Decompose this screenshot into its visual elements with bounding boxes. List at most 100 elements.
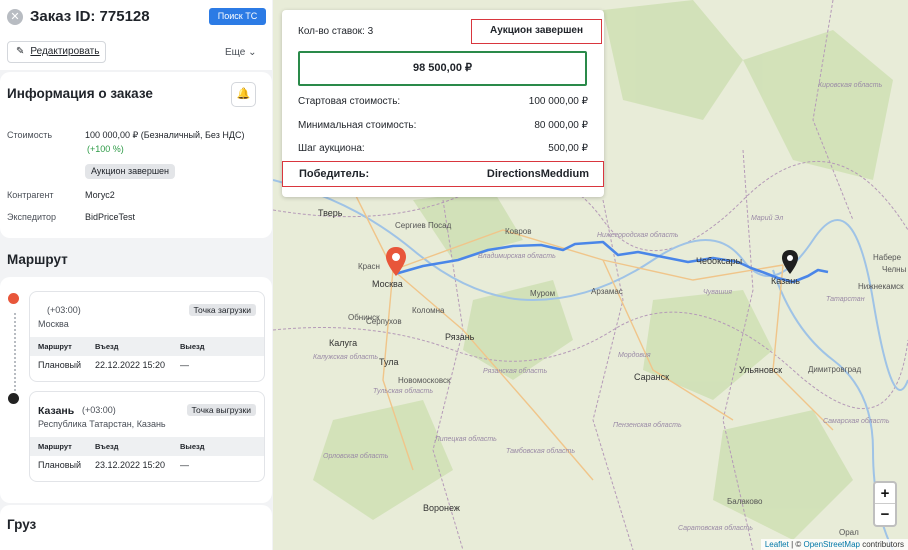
map-region-label: Самарская область (823, 418, 890, 425)
bell-icon[interactable]: 🔔 (231, 82, 256, 107)
stop-card-loading[interactable]: (+03:00) Москва Точка загрузки Маршрут В… (29, 291, 265, 382)
cargo-title: Груз (7, 517, 37, 532)
route-connector (14, 313, 16, 391)
map-city-label: Коломна (412, 306, 445, 315)
map-city-label: Воронеж (423, 503, 460, 513)
cost-label: Стоимость (7, 130, 53, 140)
map-city-label: Казань (771, 276, 800, 286)
row-date: 22.12.2022 15:20 (95, 360, 166, 370)
map-region-label: Тамбовская область (506, 448, 576, 455)
stop-type-tag: Точка выгрузки (186, 404, 256, 416)
osm-link[interactable]: OpenStreetMap (803, 540, 859, 549)
map-region-label: Нижегородская область (597, 232, 679, 239)
zoom-out-button[interactable]: − (875, 504, 895, 525)
map-region-label: Марий Эл (751, 215, 784, 222)
origin-pin-icon (8, 293, 19, 304)
stop-table-header: Маршрут Въезд Выезд (30, 337, 264, 356)
auction-step-value: 500,00 ₽ (548, 143, 588, 154)
route-title: Маршрут (7, 252, 68, 267)
map-attribution: Leaflet | © OpenStreetMap contributors (760, 539, 908, 550)
destination-marker-icon[interactable] (781, 249, 799, 275)
forwarder-label: Экспедитор (7, 212, 56, 222)
cost-value: 100 000,00 ₽ (Безналичный, Без НДС) (85, 130, 245, 140)
route-header: Маршрут (0, 244, 272, 274)
map-city-label: Балаково (727, 497, 763, 506)
edit-button[interactable]: ✎ Редактировать (7, 41, 106, 63)
map-city-label: Москва (372, 279, 403, 289)
map-city-label: Димитровград (808, 365, 862, 374)
page-title: Заказ ID: 775128 (30, 8, 150, 25)
zoom-control: + − (873, 481, 897, 527)
map-city-label: Ульяновск (739, 365, 783, 375)
map-city-label: Саранск (634, 372, 670, 382)
order-info-title: Информация о заказе (7, 86, 153, 101)
map-city-label: Серпухов (366, 317, 402, 326)
forwarder-value: BidPriceTest (85, 212, 136, 222)
winner-label: Победитель: (299, 168, 370, 180)
order-panel: ✕ Заказ ID: 775128 Поиск ТС ✎ Редактирова… (0, 0, 272, 550)
row-exit: — (180, 460, 189, 470)
map-region-label: Кировская область (818, 82, 883, 89)
auction-popup: Кол-во ставок: 3 Аукцион завершен 98 500… (282, 10, 604, 197)
auction-status: Аукцион завершен (471, 19, 602, 44)
col-route: Маршрут (38, 342, 72, 351)
map-city-label: Тверь (318, 208, 343, 218)
route-card: (+03:00) Москва Точка загрузки Маршрут В… (0, 277, 272, 503)
map-region-label: Владимирская область (478, 253, 556, 260)
map-city-label: Орал (839, 528, 859, 537)
stop-address: Республика Татарстан, Казань (38, 419, 166, 429)
counterparty-value: Могус2 (85, 190, 115, 200)
cargo-section: Груз (0, 505, 272, 550)
winner-row: Победитель: DirectionsMeddium (282, 161, 604, 187)
map-city-label: Арзамас (591, 287, 623, 296)
row-date: 23.12.2022 15:20 (95, 460, 166, 470)
map-region-label: Орловская область (323, 453, 389, 460)
start-cost-value: 100 000,00 ₽ (528, 96, 588, 107)
row-type: Плановый (38, 360, 81, 370)
map-region-label: Саратовская область (678, 525, 753, 532)
current-price: 98 500,00 ₽ (298, 51, 587, 86)
col-exit: Выезд (180, 342, 205, 351)
map-city-label: Рязань (445, 332, 475, 342)
map-region-label: Липецкая область (435, 436, 497, 443)
counterparty-label: Контрагент (7, 190, 54, 200)
cost-delta: (+100 %) (87, 144, 124, 154)
map-region-label: Рязанская область (483, 368, 548, 375)
zoom-in-button[interactable]: + (875, 483, 895, 504)
map-city-label: Челны (882, 265, 907, 274)
attribution-tail: contributors (859, 540, 904, 549)
stop-type-tag: Точка загрузки (188, 304, 256, 316)
attribution-separator: | © (788, 540, 804, 549)
order-info-card: Информация о заказе 🔔 Стоимость 100 000,… (0, 72, 272, 238)
map-region-label: Татарстан (826, 296, 865, 303)
more-label: Еще (225, 47, 246, 58)
leaflet-link[interactable]: Leaflet (765, 540, 789, 549)
stop-card-unloading[interactable]: Казань (+03:00) Республика Татарстан, Ка… (29, 391, 265, 482)
col-exit: Выезд (180, 442, 205, 451)
map-region-label: Калужская область (313, 354, 379, 361)
col-depart: Въезд (95, 342, 119, 351)
min-cost-label: Минимальная стоимость: (298, 120, 417, 131)
stop-timezone: (+03:00) (82, 405, 116, 415)
map-region-label: Мордовия (618, 352, 651, 359)
destination-pin-icon (8, 393, 19, 404)
stop-table-header: Маршрут Въезд Выезд (30, 437, 264, 456)
map-region-label: Пензенская область (613, 422, 682, 429)
map-region-label: Чувашия (703, 289, 733, 296)
stop-timezone: (+03:00) (47, 305, 81, 315)
close-icon[interactable]: ✕ (7, 9, 23, 25)
map-city-label: Набере (873, 253, 902, 262)
map-city-label: Калуга (329, 338, 358, 348)
search-transport-button[interactable]: Поиск ТС (209, 8, 266, 25)
status-badge: Аукцион завершен (85, 164, 176, 179)
stop-city: Казань (38, 405, 75, 417)
origin-marker-icon[interactable] (385, 246, 407, 278)
row-exit: — (180, 360, 189, 370)
winner-value: DirectionsMeddium (486, 168, 589, 180)
row-type: Плановый (38, 460, 81, 470)
col-depart: Въезд (95, 442, 119, 451)
edit-label: Редактировать (30, 46, 100, 57)
auction-step-label: Шаг аукциона: (298, 143, 365, 154)
more-menu[interactable]: Еще ⌄ (225, 47, 257, 58)
bids-count: Кол-во ставок: 3 (298, 26, 374, 37)
